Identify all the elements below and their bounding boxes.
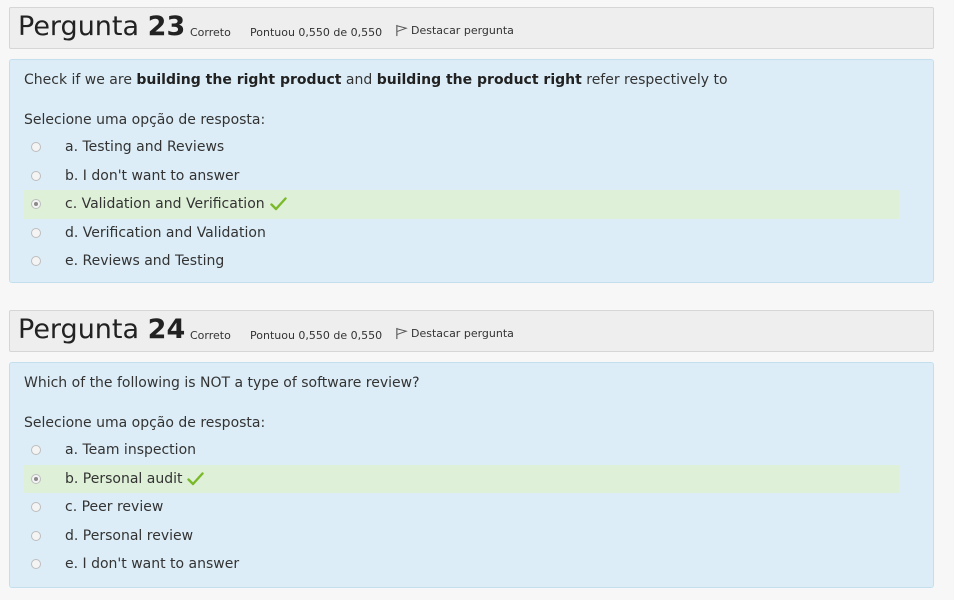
answer-radio[interactable] xyxy=(31,170,41,181)
question-state: Correto xyxy=(190,26,231,39)
question-title-word: Pergunta xyxy=(18,314,140,345)
answer-label: d. Personal review xyxy=(65,527,194,544)
answer-label: d. Verification and Validation xyxy=(65,224,266,241)
answer-radio[interactable] xyxy=(31,445,41,455)
answer-label: e. Reviews and Testing xyxy=(65,253,225,269)
question-text-bold: building the product right xyxy=(376,72,582,88)
answer-radio[interactable] xyxy=(31,227,41,238)
answer-radio[interactable] xyxy=(31,142,41,152)
question-state: Correto xyxy=(190,329,231,342)
question-text-part: refer respectively to xyxy=(581,72,728,88)
answer-radio[interactable] xyxy=(31,530,41,541)
check-icon xyxy=(269,197,287,211)
question-number: 23 xyxy=(147,11,186,42)
flag-question-button[interactable]: Destacar pergunta xyxy=(395,24,514,37)
answer-option[interactable]: e. Reviews and Testing xyxy=(24,247,899,276)
answer-label: e. I don't want to answer xyxy=(65,556,240,572)
answer-prompt: Selecione uma opção de resposta: xyxy=(24,415,266,431)
question-grade: Pontuou 0,550 de 0,550 xyxy=(250,329,383,342)
answer-label: c. Peer review xyxy=(65,499,164,515)
question-text: Check if we are building the right produ… xyxy=(24,70,919,90)
answer-radio[interactable] xyxy=(31,502,41,512)
answer-list: a. Team inspection b. Personal audit c. … xyxy=(24,436,919,579)
answer-option[interactable]: b. I don't want to answer xyxy=(24,162,899,191)
answer-option[interactable]: a. Team inspection xyxy=(24,436,899,465)
flag-question-label: Destacar pergunta xyxy=(411,24,514,37)
flag-question-label: Destacar pergunta xyxy=(411,327,514,340)
answer-label-text: b. Personal audit xyxy=(65,470,183,487)
answer-option-correct[interactable]: b. Personal audit xyxy=(24,464,899,493)
question-header: Pergunta 23 Correto Pontuou 0,550 de 0,5… xyxy=(9,7,934,49)
question-content: Check if we are building the right produ… xyxy=(9,59,934,283)
answer-label: b. I don't want to answer xyxy=(65,167,240,184)
question-24: Pergunta 24 Correto Pontuou 0,550 de 0,5… xyxy=(9,310,934,588)
answer-label-text: c. Validation and Verification xyxy=(65,196,265,212)
question-header: Pergunta 24 Correto Pontuou 0,550 de 0,5… xyxy=(9,310,934,352)
flag-icon xyxy=(396,327,408,340)
answer-radio-selected[interactable] xyxy=(31,199,41,209)
answer-prompt: Selecione uma opção de resposta: xyxy=(24,112,266,128)
question-title-word: Pergunta xyxy=(18,11,140,42)
answer-label: c. Validation and Verification xyxy=(65,190,287,218)
answer-radio[interactable] xyxy=(31,559,41,569)
question-grade: Pontuou 0,550 de 0,550 xyxy=(250,26,383,39)
question-text-bold: building the right product xyxy=(136,72,342,88)
question-number: 24 xyxy=(147,314,186,345)
flag-question-button[interactable]: Destacar pergunta xyxy=(395,327,514,340)
answer-list: a. Testing and Reviews b. I don't want t… xyxy=(24,133,919,276)
answer-option[interactable]: a. Testing and Reviews xyxy=(24,133,899,162)
answer-radio[interactable] xyxy=(31,256,41,266)
answer-option[interactable]: d. Verification and Validation xyxy=(24,219,899,248)
question-text-part: and xyxy=(341,72,377,88)
question-title: Pergunta 24 xyxy=(18,314,185,345)
answer-option[interactable]: e. I don't want to answer xyxy=(24,550,899,579)
question-23: Pergunta 23 Correto Pontuou 0,550 de 0,5… xyxy=(9,7,934,283)
answer-option-correct[interactable]: c. Validation and Verification xyxy=(24,190,899,219)
question-content: Which of the following is NOT a type of … xyxy=(9,362,934,588)
flag-icon xyxy=(396,24,408,37)
answer-label: a. Testing and Reviews xyxy=(65,139,225,155)
answer-radio-selected[interactable] xyxy=(31,473,41,484)
answer-label: a. Team inspection xyxy=(65,442,197,458)
answer-option[interactable]: d. Personal review xyxy=(24,522,899,551)
question-title: Pergunta 23 xyxy=(18,11,185,42)
answer-option[interactable]: c. Peer review xyxy=(24,493,899,522)
question-text: Which of the following is NOT a type of … xyxy=(24,375,420,391)
answer-label: b. Personal audit xyxy=(65,465,205,493)
check-icon xyxy=(187,471,205,485)
question-text-part: Check if we are xyxy=(24,72,137,88)
